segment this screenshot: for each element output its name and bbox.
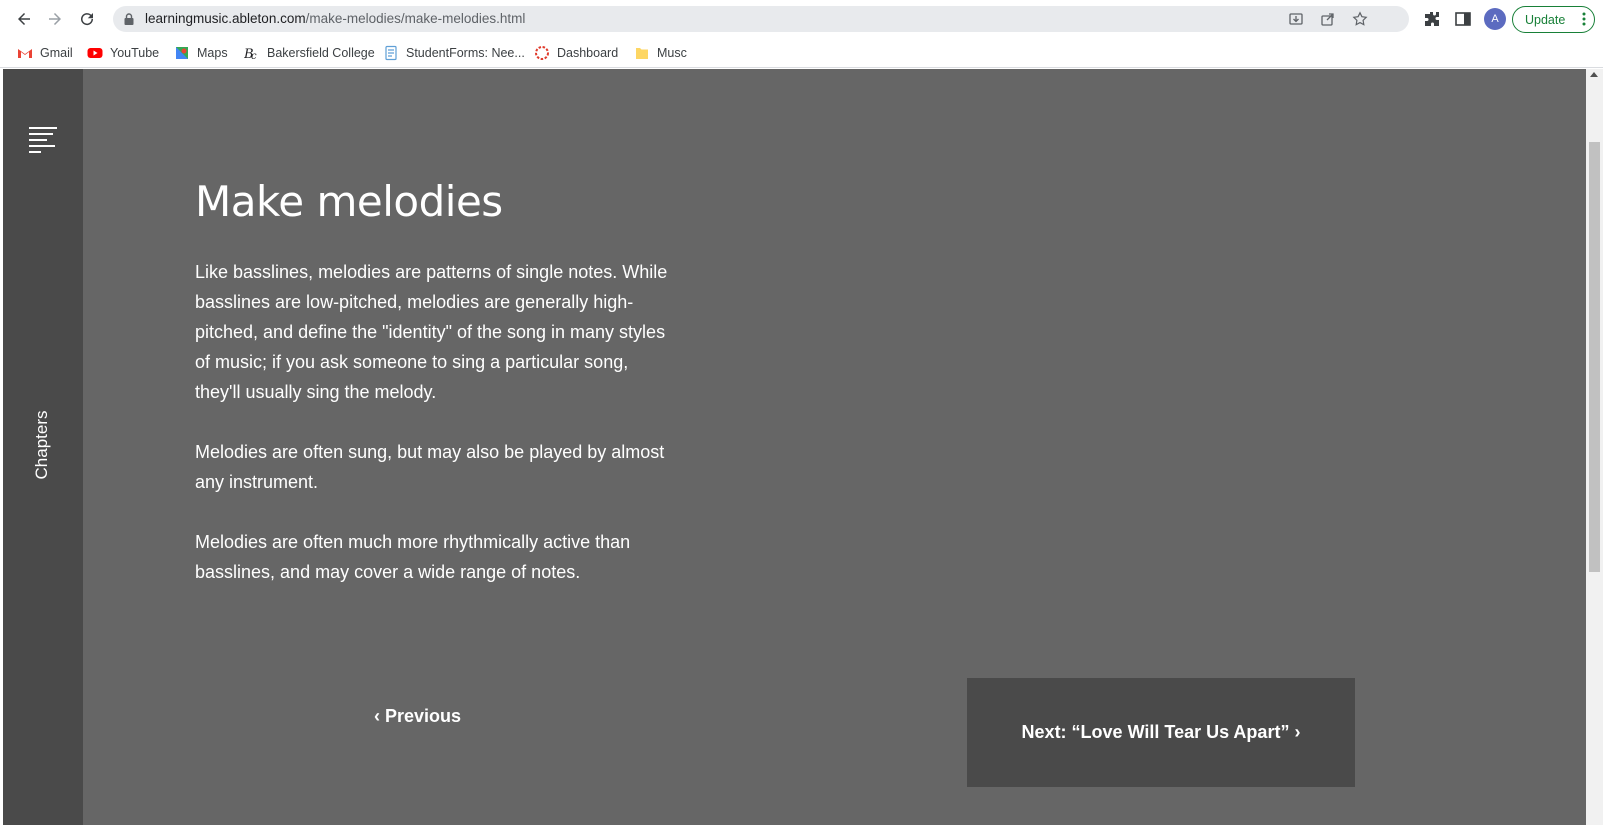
next-chapter-button[interactable]: Next: “Love Will Tear Us Apart” › bbox=[967, 678, 1355, 787]
chapters-toggle[interactable]: Chapters bbox=[2, 411, 82, 480]
bookmark-label: Dashboard bbox=[557, 46, 619, 60]
bookmark-label: Musc bbox=[657, 46, 687, 60]
folder-icon bbox=[634, 45, 650, 61]
scrollbar[interactable] bbox=[1586, 69, 1603, 825]
url-host: learningmusic.ableton.com bbox=[145, 11, 306, 26]
address-bar[interactable]: learningmusic.ableton.com/make-melodies/… bbox=[113, 6, 1409, 32]
bookmark-gmail[interactable]: Gmail bbox=[17, 43, 73, 63]
hamburger-menu-icon[interactable] bbox=[29, 127, 57, 153]
install-app-icon[interactable] bbox=[1287, 10, 1305, 28]
bookmark-label: Maps bbox=[197, 46, 228, 60]
star-icon[interactable] bbox=[1351, 10, 1369, 28]
forms-icon bbox=[383, 45, 399, 61]
dashboard-icon bbox=[534, 45, 550, 61]
lock-icon[interactable] bbox=[122, 12, 136, 26]
chapters-sidebar: Chapters bbox=[3, 69, 83, 825]
arrow-left-icon[interactable] bbox=[12, 7, 36, 31]
maps-icon bbox=[174, 45, 190, 61]
page-title: Make melodies bbox=[195, 177, 503, 226]
scroll-up-icon[interactable] bbox=[1590, 72, 1598, 77]
url-path: /make-melodies/make-melodies.html bbox=[305, 11, 526, 26]
kebab-menu-icon[interactable] bbox=[1582, 11, 1586, 27]
bookmark-label: YouTube bbox=[110, 46, 160, 60]
lesson-paragraph: Melodies are often sung, but may also be… bbox=[195, 442, 665, 493]
bookmark-label: StudentForms: Nee... bbox=[406, 46, 525, 60]
reload-icon[interactable] bbox=[75, 7, 99, 31]
gmail-icon bbox=[17, 45, 33, 61]
previous-link[interactable]: ‹ Previous bbox=[374, 706, 461, 727]
arrow-right-icon[interactable] bbox=[43, 7, 67, 31]
bookmark-label: Gmail bbox=[40, 46, 73, 60]
bookmark-dashboard[interactable]: Dashboard bbox=[534, 43, 618, 63]
puzzle-icon[interactable] bbox=[1421, 8, 1443, 30]
update-button-label: Update bbox=[1525, 12, 1566, 27]
side-panel-icon[interactable] bbox=[1452, 8, 1474, 30]
browser-toolbar: learningmusic.ableton.com/make-melodies/… bbox=[0, 0, 1603, 38]
lesson-paragraph: Melodies are often much more rhythmicall… bbox=[195, 532, 631, 583]
page-content: Chapters Make melodies Like basslines, m… bbox=[0, 69, 1603, 825]
bookmark-maps[interactable]: Maps bbox=[174, 43, 228, 63]
youtube-icon bbox=[87, 45, 103, 61]
svg-text:c: c bbox=[251, 51, 257, 61]
bookmark-label: Bakersfield College bbox=[267, 46, 375, 60]
scrollbar-thumb[interactable] bbox=[1589, 142, 1600, 572]
bookmark-musc[interactable]: Musc bbox=[634, 43, 687, 63]
bookmark-youtube[interactable]: YouTube bbox=[87, 43, 159, 63]
update-button[interactable]: Update bbox=[1512, 6, 1595, 33]
bookmarks-bar: Gmail YouTube Maps Bc Bakersfield Colleg… bbox=[0, 38, 1603, 68]
url-text: learningmusic.ableton.com/make-melodies/… bbox=[145, 11, 525, 26]
lesson-paragraph: Like basslines, melodies are patterns of… bbox=[195, 262, 668, 403]
profile-avatar[interactable]: A bbox=[1484, 8, 1506, 30]
lesson-content: Make melodies Like basslines, melodies a… bbox=[195, 177, 675, 617]
bookmark-bakersfield-college[interactable]: Bc Bakersfield College bbox=[244, 43, 375, 63]
share-icon[interactable] bbox=[1319, 10, 1337, 28]
bookmark-studentforms[interactable]: StudentForms: Nee... bbox=[383, 43, 525, 63]
bc-logo-icon: Bc bbox=[244, 45, 260, 61]
